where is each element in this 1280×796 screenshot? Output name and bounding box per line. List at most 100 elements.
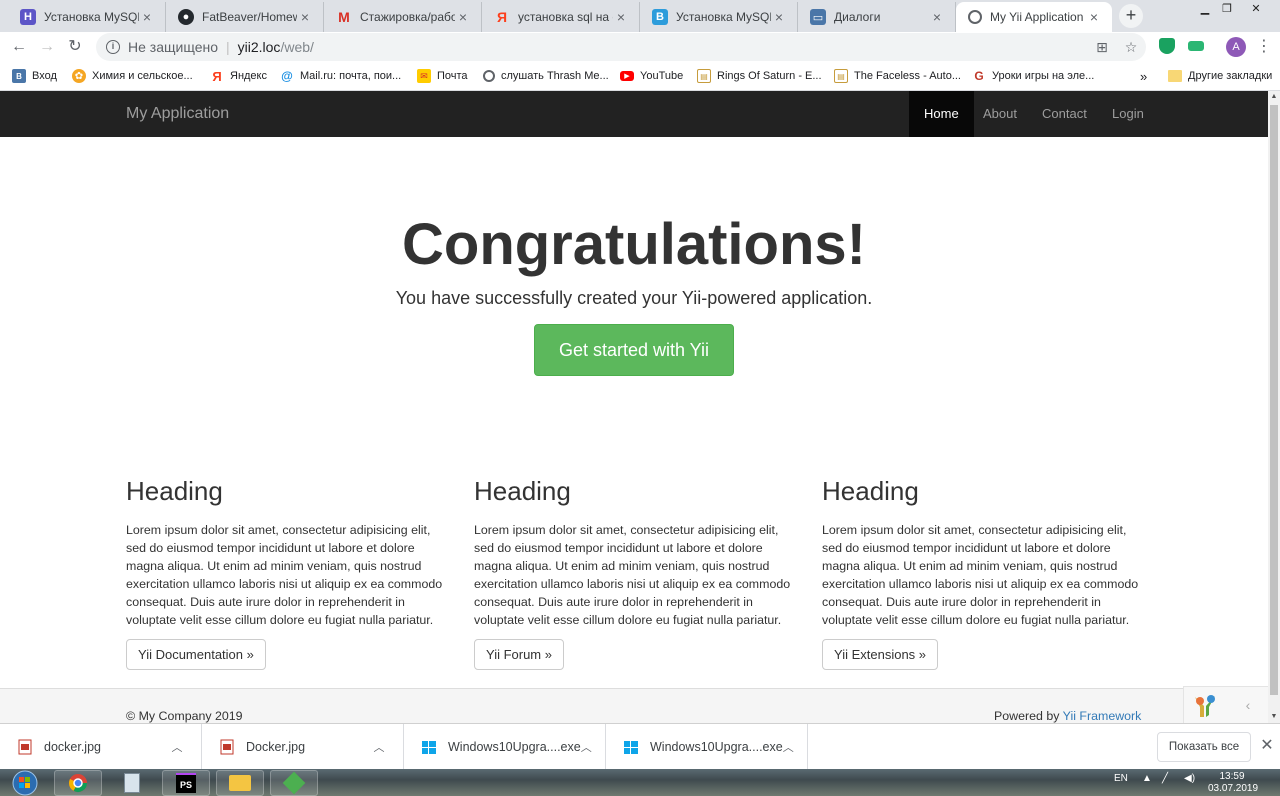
show-all-downloads-button[interactable]: Показать все [1157,732,1251,762]
volume-icon[interactable]: ◀) [1184,773,1195,784]
chevron-left-icon[interactable]: ‹ [1228,687,1268,723]
browser-tab[interactable]: M Стажировка/работа × [324,2,482,32]
taskbar-chrome[interactable] [54,770,102,796]
hero-title: Congratulations! [402,212,866,277]
bookmark-item[interactable]: Я Яндекс [210,67,267,85]
back-arrow-icon[interactable]: ← [8,36,30,58]
reload-icon[interactable]: ↻ [64,36,86,58]
shield-extension-icon[interactable] [1159,38,1175,54]
guitar-icon: G [974,69,984,83]
nav-about[interactable]: About [968,91,1032,137]
content-column: Heading Lorem ipsum dolor sit amet, cons… [126,475,451,670]
close-tab-icon[interactable]: × [771,9,787,25]
nav-contact[interactable]: Contact [1027,91,1102,137]
download-shelf: docker.jpg ︿ Docker.jpg ︿ Windows10Upgra… [0,723,1280,770]
close-tab-icon[interactable]: × [929,9,945,25]
yii-forum-button[interactable]: Yii Forum » [474,639,564,670]
bookmarks-overflow-button[interactable]: » [1140,67,1147,85]
site-footer: © My Company 2019 Powered by Yii Framewo… [0,688,1268,723]
navbar-brand[interactable]: My Application [126,105,229,123]
bookmark-item[interactable]: ✉ Почта [417,67,468,85]
bookmark-item[interactable]: ▶ YouTube [620,67,683,85]
get-started-button[interactable]: Get started with Yii [534,324,734,376]
profile-avatar[interactable]: A [1226,37,1246,57]
close-icon[interactable]: ✕ [1258,736,1276,756]
browser-tab[interactable]: H Установка MySQL на × [8,2,166,32]
chevron-up-icon[interactable]: ︿ [369,739,389,755]
content-column: Heading Lorem ipsum dolor sit amet, cons… [474,475,799,670]
column-heading: Heading [126,476,223,506]
windows-start-icon[interactable] [6,770,44,796]
other-bookmarks-folder[interactable]: Другие закладки [1168,67,1272,85]
translate-icon[interactable]: ⊞ [1093,38,1111,56]
pen-tray-icon[interactable]: ╱ [1162,773,1168,784]
taskbar-calculator[interactable] [108,770,156,796]
taskbar-app[interactable] [270,770,318,796]
restore-window-icon[interactable]: ❐ [1216,0,1238,18]
globe-icon [483,70,495,82]
page-scrollbar[interactable]: ▲ ▼ [1268,91,1280,723]
minimize-window-icon[interactable]: ▁ [1194,0,1216,18]
folder-icon [1168,70,1182,82]
download-item[interactable]: Docker.jpg ︿ [202,724,404,770]
browser-tab-active[interactable]: My Yii Application × [956,2,1112,32]
download-item[interactable]: Windows10Upgra....exe ︿ [404,724,606,770]
download-item[interactable]: Windows10Upgra....exe ︿ [606,724,808,770]
scroll-down-arrow-icon[interactable]: ▼ [1268,711,1280,723]
download-item[interactable]: docker.jpg ︿ [0,724,202,770]
taskbar-phpstorm[interactable]: PS [162,770,210,796]
bookmark-star-icon[interactable]: ☆ [1122,38,1140,56]
mail-envelope-icon: ✉ [417,69,431,83]
close-tab-icon[interactable]: × [1086,9,1102,25]
close-tab-icon[interactable]: × [455,9,471,25]
tray-arrow-icon[interactable]: ▲ [1142,773,1152,784]
bookmark-item[interactable]: В Вход [12,67,57,85]
nav-home[interactable]: Home [909,91,974,137]
yii-debug-toolbar[interactable]: ‹ [1183,686,1268,723]
bookmark-item[interactable]: слушать Thrash Me... [483,67,609,85]
browser-tab[interactable]: ● FatBeaver/Homework × [166,2,324,32]
chevron-up-icon[interactable]: ︿ [581,739,592,755]
forward-arrow-icon[interactable]: → [36,36,58,58]
app-icon [282,771,306,795]
browser-tab[interactable]: Я установка sql на cen × [482,2,640,32]
content-column: Heading Lorem ipsum dolor sit amet, cons… [822,475,1147,670]
close-tab-icon[interactable]: × [297,9,313,25]
site-navbar: My Application Home About Contact Login [0,91,1268,137]
bookmark-item[interactable]: @ Mail.ru: почта, пои... [280,67,401,85]
yii-framework-link[interactable]: Yii Framework [1063,709,1142,723]
taskbar-explorer[interactable] [216,770,264,796]
bookmark-item[interactable]: ✿ Химия и сельское... [72,67,193,85]
close-tab-icon[interactable]: × [613,9,629,25]
info-icon[interactable]: i [106,40,120,54]
browser-toolbar: ← → ↻ i Не защищено | yii2.loc/web/ ⊞ ☆ [0,32,1280,62]
mail-extension-icon[interactable] [1188,41,1204,51]
page-icon: ▤ [834,69,848,83]
new-tab-button[interactable]: + [1119,4,1143,28]
address-bar[interactable]: i Не защищено | yii2.loc/web/ [96,33,1146,61]
language-indicator[interactable]: EN [1114,773,1128,784]
chevron-up-icon[interactable]: ︿ [783,739,794,755]
yii-logo-icon[interactable] [1192,693,1218,719]
browser-tab[interactable]: ▭ Диалоги × [798,2,956,32]
yii-extensions-button[interactable]: Yii Extensions » [822,639,939,670]
system-clock[interactable]: 13:59 03.07.2019 [1208,771,1258,795]
menu-dots-icon[interactable]: ⋮ [1256,36,1272,58]
nav-login[interactable]: Login [1097,91,1159,137]
close-tab-icon[interactable]: × [139,9,155,25]
bookmark-item[interactable]: ▤ The Faceless - Auto... [834,67,961,85]
scroll-up-arrow-icon[interactable]: ▲ [1268,91,1280,103]
page-viewport: My Application Home About Contact Login … [0,91,1268,723]
chevron-up-icon[interactable]: ︿ [167,739,187,755]
security-label: Не защищено [128,39,218,55]
scrollbar-thumb[interactable] [1270,105,1278,695]
url-host: yii2.loc [237,39,281,55]
browser-tab[interactable]: B Установка MySQL в × [640,2,798,32]
bookmark-item[interactable]: ▤ Rings Of Saturn - E... [697,67,822,85]
calculator-icon [124,773,140,793]
yii-documentation-button[interactable]: Yii Documentation » [126,639,266,670]
bookmark-item[interactable]: G Уроки игры на эле... [972,67,1094,85]
close-window-icon[interactable]: ✕ [1238,0,1274,18]
column-heading: Heading [822,476,919,506]
hero-lead: You have successfully created your Yii-p… [395,288,873,308]
